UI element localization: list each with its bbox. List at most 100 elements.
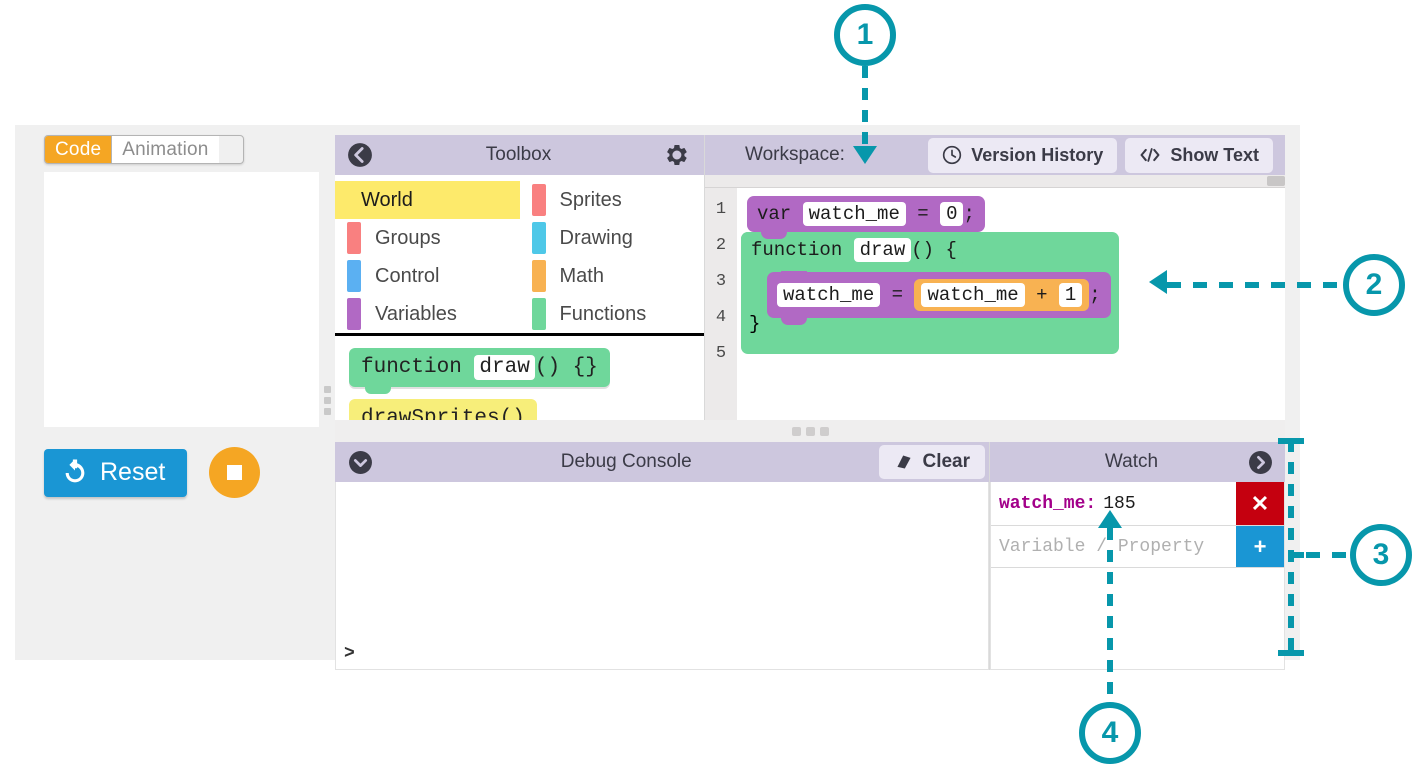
callout-4-connector [1107,528,1113,706]
remove-watch-button[interactable]: ✕ [1236,482,1284,525]
watch-panel: Watch watch_me: 185 ✕ Variable / Propert… [990,442,1285,670]
toolbox-category-variables[interactable]: Variables [335,295,520,333]
category-row: Control Math [335,257,704,295]
debug-console-header: Debug Console Clear [335,442,989,482]
palette-block-drawsprites[interactable]: drawSprites() [349,399,537,420]
console-prompt: > [344,644,355,664]
category-color-swatch [347,260,361,292]
stop-square-icon [227,465,243,480]
handle-dot [323,396,331,404]
callout-1-connector [862,66,868,148]
line-number: 3 [715,272,727,291]
code-operator: = [917,203,929,225]
block-field[interactable]: draw [474,355,535,380]
vertical-resize-handle[interactable] [335,420,1285,442]
tab-code[interactable]: Code [45,136,113,163]
debug-console-panel: Debug Console Clear > [335,442,990,670]
category-label: Math [559,264,604,287]
chevron-down-circle-icon[interactable] [347,449,373,475]
toolbox-category-world[interactable]: World [335,181,520,219]
code-operand-left[interactable]: watch_me [921,283,1025,307]
block-var-declaration[interactable]: var watch_me = 0; [747,196,985,239]
animation-stage[interactable] [44,172,319,427]
callout-number: 1 [856,18,874,51]
callout-3-bracket-top-cap [1278,438,1304,444]
horizontal-resize-handle[interactable] [321,380,333,420]
scrollbar-thumb[interactable] [1267,176,1285,186]
add-watch-button[interactable]: + [1236,526,1284,567]
toolbox-category-groups[interactable]: Groups [335,219,520,257]
line-number-gutter [705,188,737,420]
gear-icon[interactable] [664,142,690,168]
left-panel: Code Animation Reset [44,135,319,650]
callout-1-arrow [853,146,877,164]
reset-button-label: Reset [100,458,166,486]
debug-console-output[interactable]: > [335,482,989,670]
category-color-swatch [347,298,361,330]
line-number: 1 [715,200,727,219]
tab-animation[interactable]: Animation [112,136,219,163]
code-variable-field[interactable]: watch_me [777,283,881,307]
code-terminator: ; [1089,284,1101,306]
toolbox-categories: World Sprites Groups Drawing Control Math Vari… [335,175,704,336]
callout-number: 2 [1365,268,1383,301]
back-chevron-icon[interactable] [347,142,373,168]
category-label: Groups [375,226,441,249]
code-function-name-field[interactable]: draw [853,238,912,262]
block-math-expression[interactable]: watch_me + 1 [914,279,1090,311]
run-controls: Reset [44,447,261,498]
callout-1: 1 [834,4,896,66]
block-prefix: function [361,356,475,379]
category-label: World [361,188,413,211]
callout-2-connector [1167,282,1345,288]
workspace-horizontal-scrollbar[interactable] [705,175,1285,188]
chevron-right-circle-icon[interactable] [1247,449,1273,475]
handle-dot [805,426,815,436]
code-operand-right[interactable]: 1 [1058,283,1083,307]
callout-number: 4 [1101,716,1119,749]
workspace-header: Workspace: Version History Show Text [705,135,1285,175]
callout-3-bracket-bottom-cap [1278,650,1304,656]
code-keyword: function [751,239,843,261]
reset-button[interactable]: Reset [44,448,188,497]
stop-button[interactable] [209,447,261,498]
toolbox-title: Toolbox [485,144,552,165]
clear-console-button[interactable]: Clear [879,445,985,479]
toolbox-category-drawing[interactable]: Drawing [520,219,705,257]
toolbox-category-control[interactable]: Control [335,257,520,295]
code-value-field[interactable]: 0 [940,202,964,226]
view-tabs: Code Animation [44,135,244,164]
watch-title: Watch [1104,451,1159,472]
code-keyword: var [757,203,792,225]
category-label: Functions [559,302,647,325]
watch-variable-name: watch_me: [999,493,1097,514]
palette-block-function-draw[interactable]: function draw() {} [349,348,610,394]
category-row: Variables Functions [335,295,704,333]
watch-entry-row: watch_me: 185 ✕ [991,482,1284,525]
watch-list: watch_me: 185 ✕ + [990,482,1285,670]
clock-icon [942,145,962,165]
block-assignment[interactable]: watch_me = watch_me + 1; [767,271,1111,325]
category-label: Drawing [559,226,633,249]
callout-number: 3 [1372,538,1390,571]
version-history-label: Version History [971,144,1104,165]
toolbox-category-sprites[interactable]: Sprites [520,181,705,219]
code-variable-field[interactable]: watch_me [802,202,906,226]
callout-4: 4 [1079,702,1141,764]
version-history-button[interactable]: Version History [928,137,1118,173]
workspace-canvas[interactable]: var watch_me = 0; function draw() { watc… [705,188,1285,420]
callout-3-bracket-tick [1288,552,1304,558]
show-text-button[interactable]: Show Text [1125,137,1273,173]
eraser-icon [894,453,914,471]
callout-2: 2 [1343,254,1405,316]
category-color-swatch [531,222,546,254]
handle-dot [323,407,331,415]
code-brackets-icon [1139,145,1161,165]
toolbox-category-functions[interactable]: Functions [520,295,705,333]
category-label: Sprites [559,188,622,211]
code-terminator: ; [963,203,975,225]
block-suffix: () {} [534,356,598,379]
toolbox-header: Toolbox [335,135,704,175]
watch-input[interactable] [991,526,1236,567]
toolbox-category-math[interactable]: Math [520,257,705,295]
